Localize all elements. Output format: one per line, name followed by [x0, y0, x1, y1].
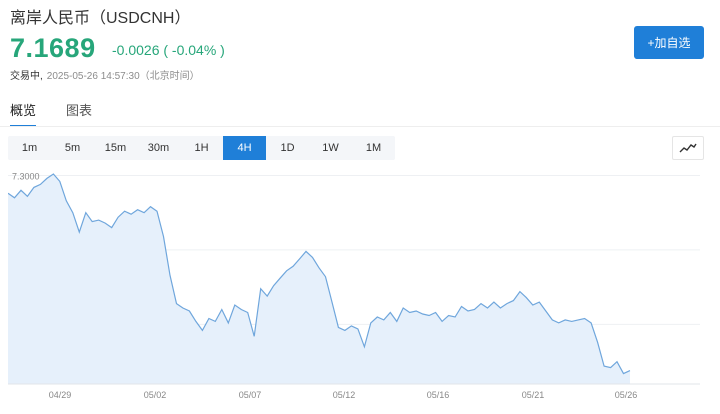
trading-status: 交易中, 2025-05-26 14:57:30（北京时间） [10, 67, 200, 82]
last-price: 7.1689 [10, 33, 96, 63]
tab-divider [0, 126, 720, 127]
period-30m[interactable]: 30m [137, 136, 180, 160]
line-chart-icon [679, 143, 697, 153]
period-1w[interactable]: 1W [309, 136, 352, 160]
period-1d[interactable]: 1D [266, 136, 309, 160]
period-4h[interactable]: 4H [223, 136, 266, 160]
period-1m[interactable]: 1M [352, 136, 395, 160]
chart-type-button[interactable] [672, 136, 704, 160]
status-label: 交易中, [10, 71, 43, 82]
period-1m[interactable]: 1m [8, 136, 51, 160]
price-chart[interactable]: 7.30007.25007.200004/2905/0205/0705/1205… [8, 168, 708, 408]
tab-overview[interactable]: 概览 [10, 100, 37, 127]
period-15m[interactable]: 15m [94, 136, 137, 160]
add-to-watchlist-button[interactable]: +加自选 [634, 26, 704, 59]
timestamp: 2025-05-26 14:57:30（北京时间） [46, 71, 200, 82]
x-tick-label: 05/16 [427, 390, 450, 400]
view-tabs: 概览 图表 [10, 100, 122, 127]
x-tick-label: 05/12 [333, 390, 356, 400]
period-5m[interactable]: 5m [51, 136, 94, 160]
x-tick-label: 05/26 [615, 390, 638, 400]
x-tick-label: 05/21 [522, 390, 545, 400]
period-1h[interactable]: 1H [180, 136, 223, 160]
x-tick-label: 05/07 [239, 390, 262, 400]
x-tick-label: 05/02 [144, 390, 167, 400]
instrument-title: 离岸人民币（USDCNH） [10, 10, 191, 27]
x-tick-label: 04/29 [49, 390, 72, 400]
tab-chart[interactable]: 图表 [66, 100, 92, 127]
price-area [8, 174, 630, 384]
price-change: -0.0026 ( -0.04% ) [112, 42, 225, 58]
y-tick-label: 7.3000 [12, 171, 40, 181]
period-selector: 1m 5m 15m 30m 1H 4H 1D 1W 1M [8, 136, 395, 160]
